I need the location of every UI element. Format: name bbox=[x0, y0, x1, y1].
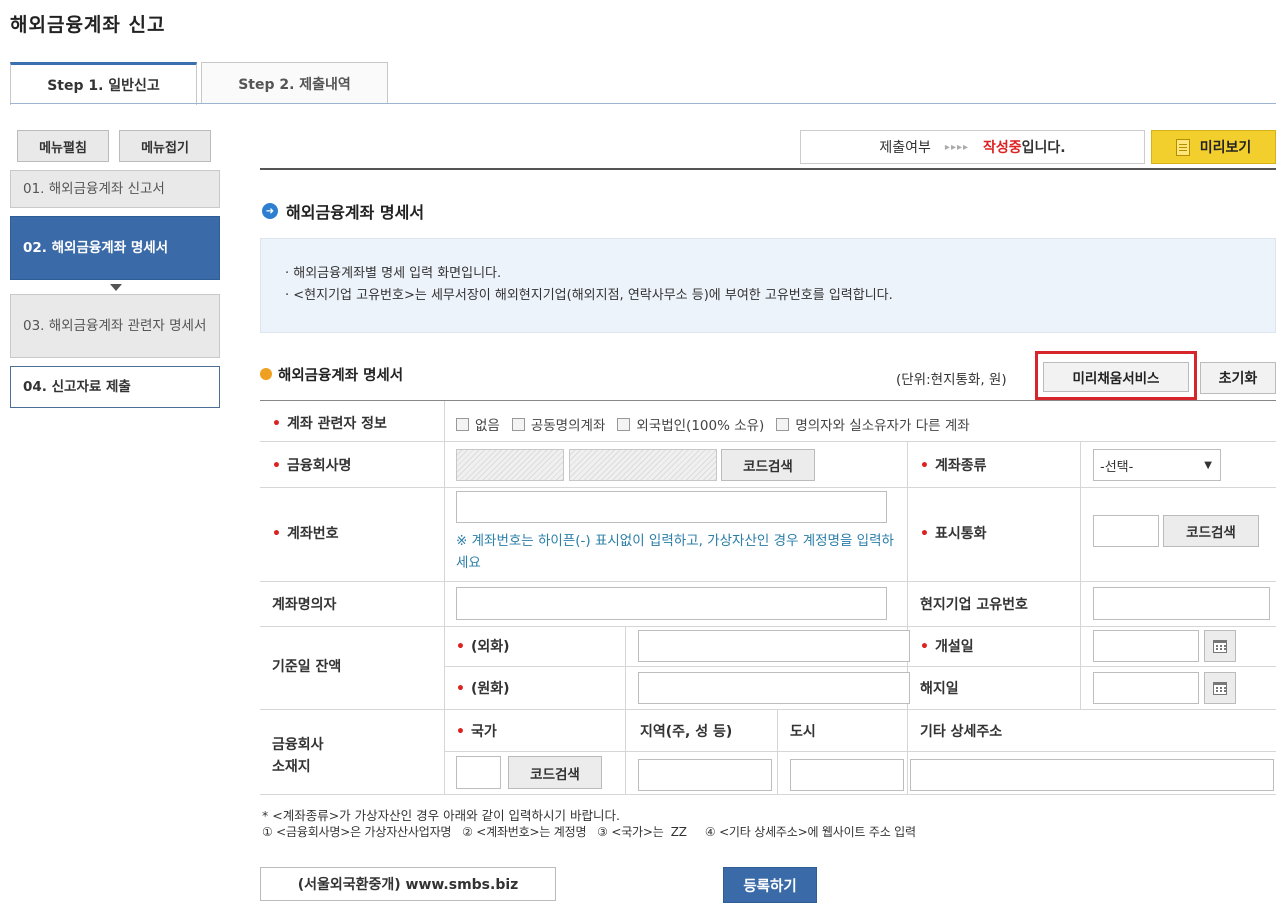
preview-label: 미리보기 bbox=[1199, 140, 1252, 156]
institution-name-field bbox=[569, 449, 717, 481]
currency-input[interactable] bbox=[1093, 515, 1159, 547]
sidebar-item-report-form[interactable]: 01. 해외금융계좌 신고서 bbox=[10, 170, 220, 208]
account-type-label: • 계좌종류 bbox=[920, 458, 987, 474]
col-divider bbox=[1080, 441, 1081, 709]
divider bbox=[260, 168, 1276, 170]
local-id-label: 현지기업 고유번호 bbox=[920, 597, 1028, 613]
document-icon bbox=[1175, 138, 1190, 156]
sidebar-item-label: 04. 신고자료 제출 bbox=[23, 379, 131, 395]
institution-code-search-button[interactable]: 코드검색 bbox=[721, 449, 815, 481]
submission-status: 제출여부 ▸▸▸▸ 작성중입니다. bbox=[800, 130, 1145, 164]
footer-note-details: ① <금융회사명>은 가상자산사업자명 ② <계좌번호>는 계정명 ③ <국가>… bbox=[262, 825, 916, 839]
col-divider bbox=[777, 709, 778, 794]
checkbox-foreign-corp[interactable]: 외국법인(100% 소유) bbox=[617, 414, 764, 434]
menu-expand-button[interactable]: 메뉴펼침 bbox=[17, 130, 109, 162]
col-divider bbox=[625, 626, 626, 794]
row-divider bbox=[260, 794, 1276, 795]
row-divider bbox=[260, 709, 1276, 710]
info-line: · 해외금융계좌별 명세 입력 화면입니다. bbox=[285, 266, 502, 281]
sidebar-item-account-statement[interactable]: 02. 해외금융계좌 명세서 bbox=[10, 216, 220, 280]
page-title: 해외금융계좌 신고 bbox=[10, 14, 166, 36]
row-divider bbox=[260, 441, 1276, 442]
smbs-link-button[interactable]: (서울외국환중개) www.smbs.biz bbox=[260, 867, 556, 901]
arrows-icon: ▸▸▸▸ bbox=[944, 141, 969, 153]
account-number-note: ※ 계좌번호는 하이픈(-) 표시없이 입력하고, 가상자산인 경우 계정명을 … bbox=[456, 533, 894, 571]
sidebar-item-label: 02. 해외금융계좌 명세서 bbox=[23, 240, 169, 256]
account-number-label: • 계좌번호 bbox=[272, 526, 339, 542]
foreign-currency-label: • (외화) bbox=[456, 639, 510, 655]
calendar-icon bbox=[1213, 639, 1227, 653]
country-label: • 국가 bbox=[456, 724, 497, 740]
open-date-input[interactable] bbox=[1093, 630, 1199, 662]
checkbox-none[interactable]: 없음 bbox=[456, 414, 500, 434]
row-divider bbox=[444, 751, 1276, 752]
sidebar-item-submit-data[interactable]: 04. 신고자료 제출 bbox=[10, 366, 220, 408]
checkbox-different-owner[interactable]: 명의자와 실소유자가 다른 계좌 bbox=[776, 414, 970, 434]
current-step-arrow-icon bbox=[110, 284, 122, 291]
col-divider bbox=[444, 401, 445, 794]
currency-label: • 표시통화 bbox=[920, 526, 987, 542]
location-label: 금융회사 소재지 bbox=[272, 737, 324, 775]
region-label: 지역(주, 성 등) bbox=[640, 724, 733, 740]
footer-note: * <계좌종류>가 가상자산인 경우 아래와 같이 입력하시기 바랍니다. bbox=[262, 808, 620, 823]
register-button[interactable]: 등록하기 bbox=[723, 867, 817, 903]
detail-address-label: 기타 상세주소 bbox=[920, 724, 1003, 740]
holder-input[interactable] bbox=[456, 587, 887, 620]
country-code-search-button[interactable]: 코드검색 bbox=[508, 756, 602, 789]
krw-balance-input[interactable] bbox=[638, 672, 910, 704]
unit-text: (단위:현지통화, 원) bbox=[896, 372, 1007, 388]
calendar-icon bbox=[1213, 681, 1227, 695]
related-info-checkboxes: 없음 공동명의계좌 외국법인(100% 소유) 명의자와 실소유자가 다른 계좌 bbox=[456, 414, 982, 434]
local-id-input[interactable] bbox=[1093, 587, 1270, 620]
arrow-circle-icon: ➜ bbox=[262, 203, 278, 219]
balance-label: 기준일 잔액 bbox=[272, 659, 342, 675]
currency-code-search-button[interactable]: 코드검색 bbox=[1163, 515, 1259, 547]
country-input[interactable] bbox=[456, 756, 501, 789]
tab-submission-history[interactable]: Step 2. 제출내역 bbox=[201, 62, 388, 104]
form-top-border bbox=[260, 400, 1276, 401]
dropdown-arrow-icon: ▼ bbox=[1204, 459, 1212, 471]
institution-label: • 금융회사명 bbox=[272, 458, 352, 474]
preview-button[interactable]: 미리보기 bbox=[1151, 130, 1276, 164]
city-input[interactable] bbox=[790, 759, 904, 791]
section-title: 해외금융계좌 명세서 bbox=[286, 203, 425, 222]
menu-collapse-button[interactable]: 메뉴접기 bbox=[119, 130, 211, 162]
row-divider bbox=[444, 666, 1276, 667]
highlight-frame bbox=[1035, 351, 1197, 400]
account-number-input[interactable] bbox=[456, 491, 887, 523]
krw-label: • (원화) bbox=[456, 681, 510, 697]
sidebar-item-related-party[interactable]: 03. 해외금융계좌 관련자 명세서 bbox=[10, 294, 220, 358]
institution-code-field bbox=[456, 449, 564, 481]
account-type-select[interactable]: -선택- ▼ bbox=[1093, 449, 1221, 481]
tab-underline bbox=[10, 103, 1276, 104]
related-info-label: • 계좌 관련자 정보 bbox=[272, 416, 387, 432]
row-divider bbox=[260, 581, 1276, 582]
holder-label: 계좌명의자 bbox=[272, 597, 337, 613]
reset-button[interactable]: 초기화 bbox=[1200, 362, 1276, 394]
sidebar-item-label: 01. 해외금융계좌 신고서 bbox=[23, 181, 165, 197]
row-divider bbox=[260, 626, 1276, 627]
tab-general-report[interactable]: Step 1. 일반신고 bbox=[10, 62, 197, 105]
status-suffix: 입니다. bbox=[1021, 140, 1066, 156]
info-box: · 해외금융계좌별 명세 입력 화면입니다. · <현지기업 고유번호>는 세무… bbox=[260, 238, 1276, 333]
status-label: 제출여부 bbox=[879, 140, 931, 156]
info-line: · <현지기업 고유번호>는 세무서장이 해외현지기업(해외지점, 연락사무소 … bbox=[285, 288, 893, 303]
detail-address-input[interactable] bbox=[910, 759, 1274, 791]
open-date-label: • 개설일 bbox=[920, 639, 974, 655]
col-divider bbox=[907, 709, 908, 794]
region-input[interactable] bbox=[638, 759, 772, 791]
foreign-balance-input[interactable] bbox=[638, 630, 910, 662]
bullet-icon bbox=[260, 368, 272, 380]
close-date-input[interactable] bbox=[1093, 672, 1199, 704]
col-divider bbox=[907, 441, 908, 709]
checkbox-joint-account[interactable]: 공동명의계좌 bbox=[511, 414, 605, 434]
sidebar-item-label: 03. 해외금융계좌 관련자 명세서 bbox=[23, 318, 207, 334]
close-date-label: 해지일 bbox=[920, 681, 959, 697]
row-divider bbox=[260, 487, 1276, 488]
close-date-calendar-button[interactable] bbox=[1204, 672, 1236, 704]
open-date-calendar-button[interactable] bbox=[1204, 630, 1236, 662]
form-subtitle: 해외금융계좌 명세서 bbox=[278, 368, 404, 384]
status-value: 작성중 bbox=[983, 140, 1022, 156]
city-label: 도시 bbox=[790, 724, 816, 740]
